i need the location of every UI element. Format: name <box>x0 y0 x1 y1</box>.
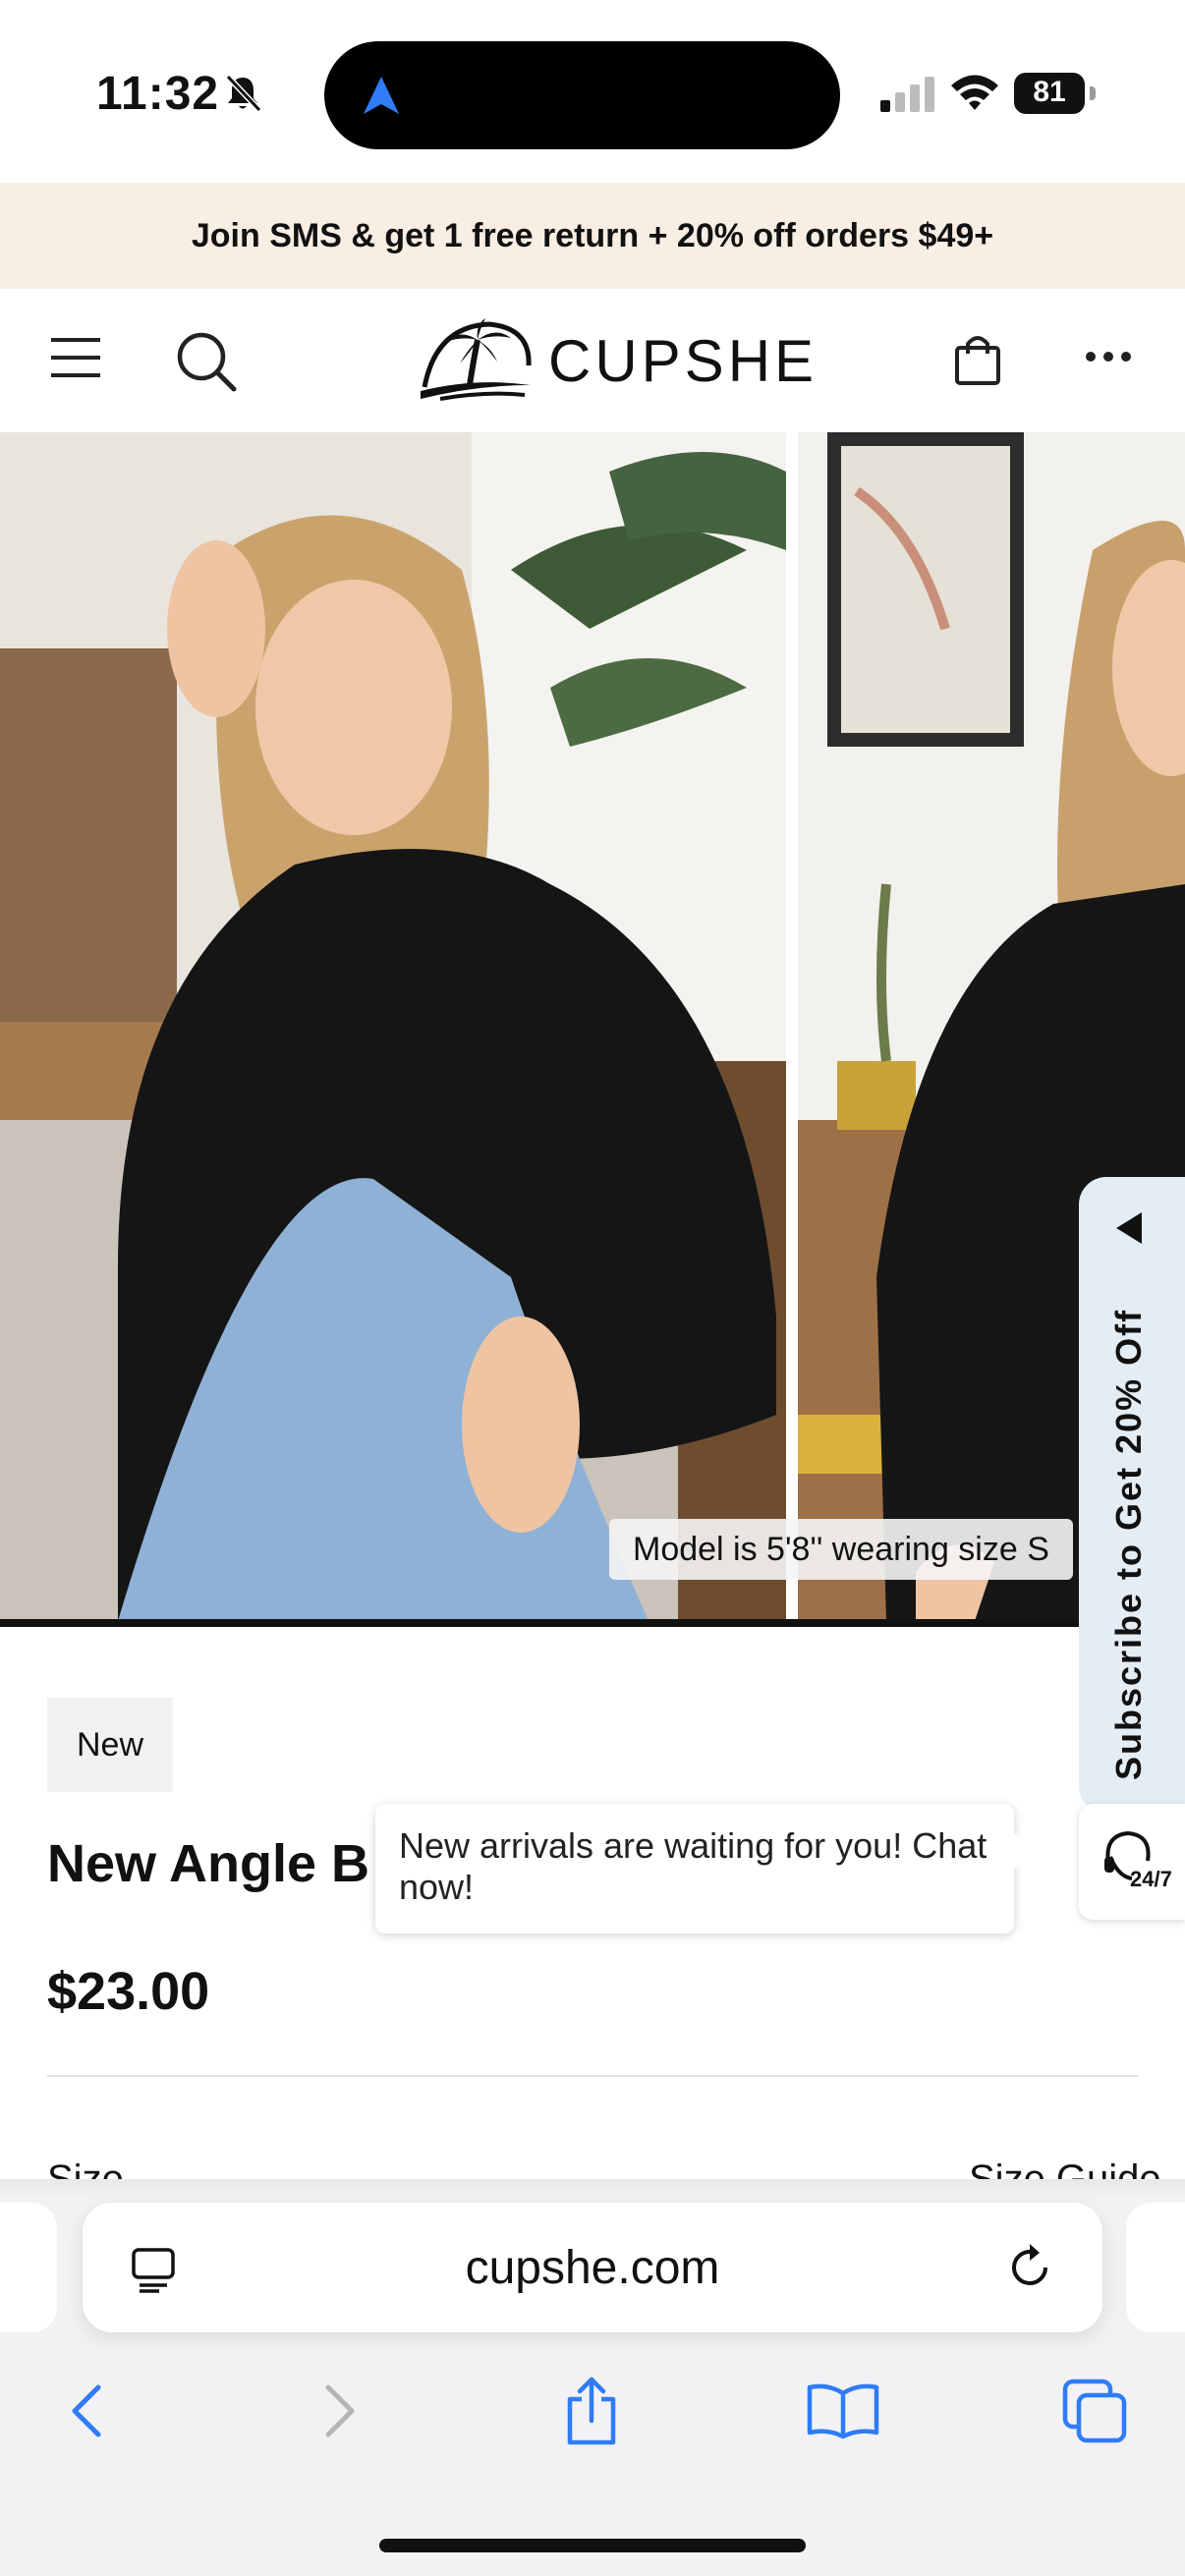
brand-name: CUPSHE <box>548 327 818 394</box>
chat-prompt-bubble[interactable]: New arrivals are waiting for you! Chat n… <box>375 1804 1036 1933</box>
search-icon[interactable] <box>175 330 238 393</box>
divider <box>47 2075 1138 2077</box>
location-arrow-icon <box>364 77 399 114</box>
cell-signal-icon <box>880 77 934 112</box>
next-tab-peek[interactable] <box>1126 2203 1185 2332</box>
sms-promo-banner[interactable]: Join SMS & get 1 free return + 20% off o… <box>0 183 1185 289</box>
palm-tree-logo-icon <box>421 318 532 401</box>
model-size-note: Model is 5'8'' wearing size S <box>609 1519 1073 1580</box>
forward-button[interactable] <box>291 2362 389 2460</box>
previous-tab-peek[interactable] <box>0 2203 57 2332</box>
back-chevron-icon <box>72 2384 101 2437</box>
wifi-icon <box>951 75 998 110</box>
shopping-bag-icon[interactable] <box>953 332 1002 387</box>
battery-level: 81 <box>1033 76 1066 108</box>
product-photo-main[interactable] <box>0 432 786 1621</box>
home-indicator <box>379 2539 806 2552</box>
back-button[interactable] <box>37 2362 136 2460</box>
gallery-gap <box>786 432 798 1621</box>
status-time: 11:32 <box>96 68 220 120</box>
product-price: $23.00 <box>47 1962 210 2021</box>
tabs-button[interactable] <box>1045 2362 1144 2460</box>
share-icon <box>567 2377 616 2445</box>
gallery-progress-bar <box>0 1619 1185 1627</box>
new-badge: New <box>47 1698 173 1792</box>
bell-slash-icon <box>225 74 262 113</box>
site-header: CUPSHE <box>0 289 1185 434</box>
hamburger-menu-icon[interactable] <box>51 336 100 379</box>
share-button[interactable] <box>542 2362 641 2460</box>
subscribe-tab-label: Subscribe to Get 20% Off <box>1108 1308 1149 1780</box>
dynamic-island <box>324 41 840 149</box>
reload-icon[interactable] <box>1004 2242 1055 2293</box>
bookmarks-button[interactable] <box>794 2362 892 2460</box>
more-dots-icon[interactable] <box>1085 350 1132 364</box>
status-bar: 11:32 81 <box>0 0 1185 183</box>
address-bar[interactable]: cupshe.com <box>83 2203 1102 2332</box>
bookmarks-book-icon <box>807 2383 879 2439</box>
chat-prompt-text: New arrivals are waiting for you! Chat n… <box>399 1825 988 1907</box>
product-title: New Angle Bl <box>47 1834 371 1893</box>
chat-support-button[interactable]: 24/7 <box>1079 1804 1185 1920</box>
chat-24-7-badge: 24/7 <box>1130 1867 1172 1891</box>
url-text: cupshe.com <box>465 2241 720 2294</box>
forward-chevron-icon <box>325 2384 355 2437</box>
tabs-icon <box>1062 2379 1127 2443</box>
safari-bottom-bar: cupshe.com <box>0 2179 1185 2576</box>
brand-logo[interactable]: CUPSHE <box>417 316 818 405</box>
product-image-gallery[interactable]: Model is 5'8'' wearing size S <box>0 432 1185 1621</box>
promo-text: Join SMS & get 1 free return + 20% off o… <box>191 216 994 254</box>
